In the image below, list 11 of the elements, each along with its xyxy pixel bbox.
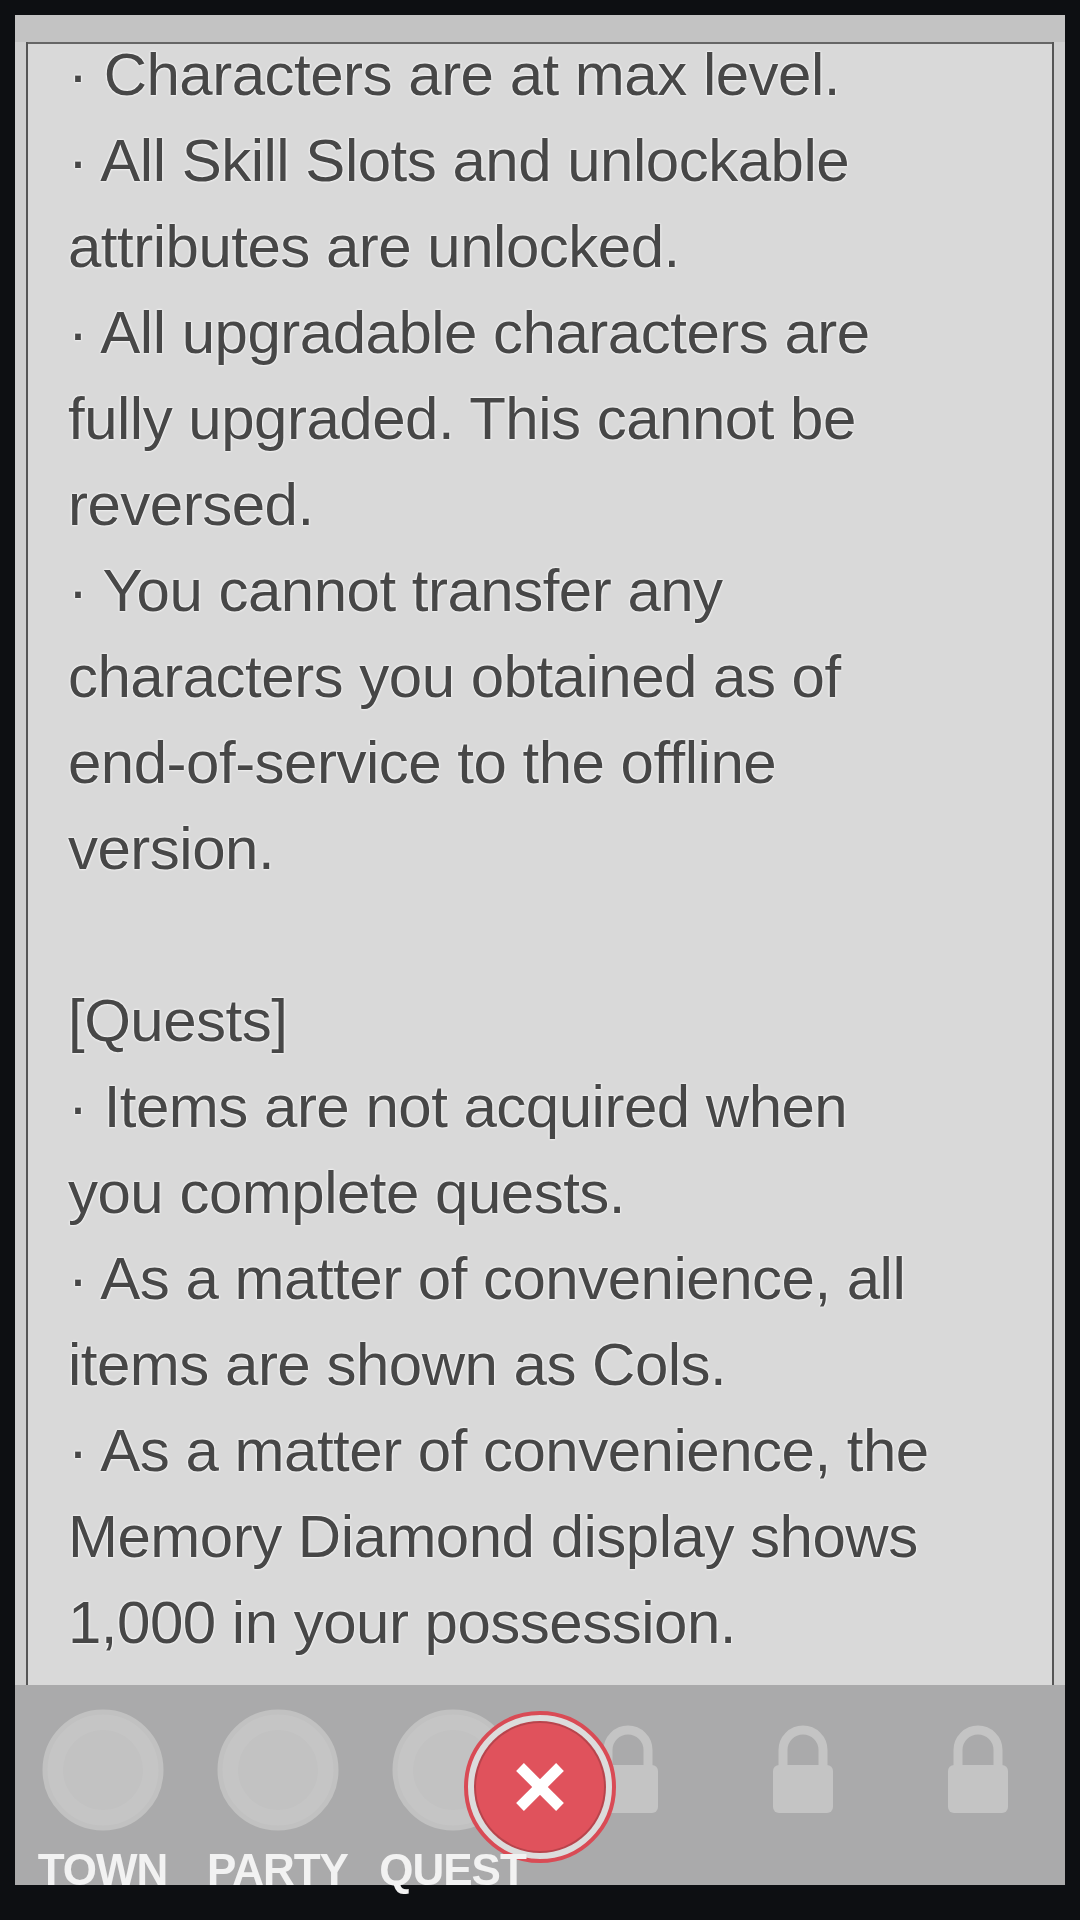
tab-label[interactable]: TOWN: [37, 1845, 168, 1895]
notice-paragraph: · As a matter of convenience, all items are shown as Cols.: [68, 1244, 906, 1400]
notice-paragraph: · Characters are at max level.: [68, 42, 840, 110]
notice-paragraph: · All Skill Slots and unlockable attributes are unlocked.: [68, 126, 850, 282]
notice-paragraph: · As a matter of convenience, the Memory Diamond display shows 1,000 in your possession.: [68, 1416, 929, 1658]
notice-paragraph: · All upgradable characters are fully upgraded. This cannot be reversed.: [68, 298, 870, 540]
notice-paragraph: · You cannot transfer any characters you obtained as of end-of-service to the offline version.: [68, 556, 841, 884]
tab-label[interactable]: QUEST: [379, 1845, 526, 1895]
tab-label[interactable]: PARTY: [207, 1845, 348, 1895]
notice-paragraph: · Items are not acquired when you complete quests.: [68, 1072, 848, 1228]
section-heading: [Quests]: [68, 986, 288, 1056]
